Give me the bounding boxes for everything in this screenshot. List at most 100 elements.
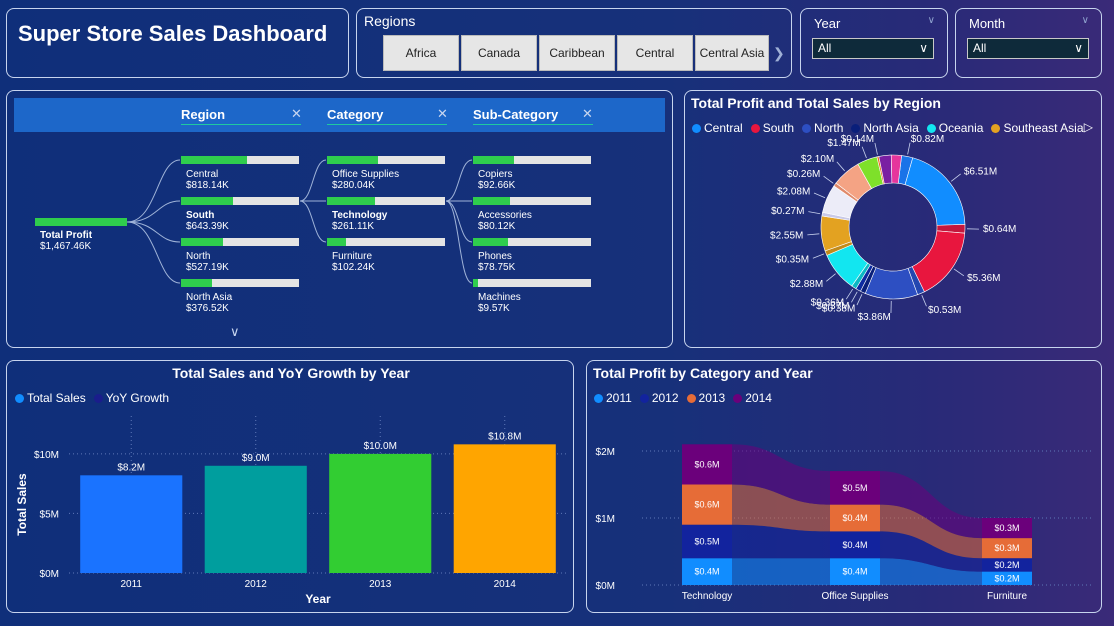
node-label: North Asia [186, 292, 233, 303]
month-filter: Month ∨ All ∨ [955, 8, 1102, 78]
x-tick-label: 2012 [245, 579, 268, 590]
expand-chevron-icon[interactable]: ∨ [230, 324, 240, 340]
node-label: Total Profit [40, 230, 93, 241]
x-axis-title: Year [305, 592, 331, 606]
subcategory-node[interactable]: Machines $9.57K [478, 292, 521, 314]
data-label: $9.0M [242, 453, 270, 464]
year-filter-label: Year [814, 16, 841, 31]
tree-root-node[interactable]: Total Profit $1,467.46K [40, 230, 92, 252]
chevron-down-icon[interactable]: ∨ [928, 15, 935, 26]
slice-label: $0.64M [983, 224, 1016, 235]
chevron-down-icon[interactable]: ∨ [1082, 15, 1089, 26]
node-value: $1,467.46K [40, 241, 92, 252]
node-value: $280.04K [332, 180, 375, 191]
data-label: $10.8M [488, 431, 521, 442]
leader-line [950, 173, 961, 182]
category-node[interactable]: Furniture $102.24K [332, 251, 375, 273]
node-value: $261.11K [332, 221, 375, 232]
node-value: $527.19K [186, 262, 229, 273]
region-node[interactable]: North $527.19K [186, 251, 229, 273]
y-axis-title: Total Sales [15, 473, 29, 536]
node-value: $102.24K [332, 262, 375, 273]
region-option-central-asia[interactable]: Central Asia [695, 35, 769, 71]
chevron-right-icon[interactable]: ❯ [773, 45, 785, 62]
region-node[interactable]: South $643.39K [186, 210, 229, 232]
y-tick-label: $0M [40, 569, 59, 580]
data-label: $0.4M [842, 567, 867, 577]
slice-label: $2.08M [777, 186, 810, 197]
leader-line [823, 175, 834, 184]
region-option-africa[interactable]: Africa [383, 35, 459, 71]
region-option-central[interactable]: Central [617, 35, 693, 71]
bar[interactable] [80, 475, 183, 573]
subcategory-bar[interactable] [473, 197, 591, 205]
region-bar[interactable] [181, 197, 299, 205]
bar-fill [473, 279, 478, 287]
category-bar[interactable] [327, 156, 445, 164]
region-bar[interactable] [181, 238, 299, 246]
node-label: Office Supplies [332, 169, 400, 180]
x-tick-label: Technology [682, 591, 733, 602]
data-label: $0.5M [842, 483, 867, 493]
sales-yoy-chart: Total Sales and YoY Growth by Year Total… [6, 360, 574, 613]
x-tick-label: 2014 [494, 579, 517, 590]
region-bar[interactable] [181, 156, 299, 164]
dropdown-arrow-icon: ∨ [1074, 41, 1083, 55]
donut-slice[interactable] [904, 157, 966, 226]
title-card: Super Store Sales Dashboard [6, 8, 349, 78]
root-bar [35, 218, 127, 226]
subcategory-node[interactable]: Phones $78.75K [478, 251, 515, 273]
subcategory-node[interactable]: Accessories $80.12K [478, 210, 532, 232]
data-label: $10.0M [364, 441, 397, 452]
leader-line [953, 268, 965, 277]
region-bar[interactable] [181, 279, 299, 287]
y-tick-label: $0M [596, 581, 615, 592]
category-node[interactable]: Office Supplies $280.04K [332, 169, 399, 191]
bar-chart: $0M $5M $10M $8.2M 2011 $9.0M 2012 $10.0M 2013 $1… [15, 416, 567, 606]
category-node[interactable]: Technology $261.11K [332, 210, 387, 232]
leader-line [921, 295, 927, 307]
region-option-caribbean[interactable]: Caribbean [539, 35, 615, 71]
bar[interactable] [453, 444, 556, 573]
leader-line [836, 161, 845, 172]
bar-fill [327, 156, 378, 164]
month-filter-label: Month [969, 16, 1006, 31]
data-label: $0.4M [842, 513, 867, 523]
node-value: $643.39K [186, 221, 229, 232]
leader-line [813, 192, 826, 199]
profit-category-chart: Total Profit by Category and Year 2011 20… [586, 360, 1102, 613]
slice-label: $2.55M [770, 230, 803, 241]
category-bar[interactable] [327, 197, 445, 205]
region-node[interactable]: North Asia $376.52K [186, 292, 232, 314]
node-value: $818.14K [186, 180, 229, 191]
ribbon-band [732, 558, 830, 585]
subcategory-node[interactable]: Copiers $92.66K [478, 169, 515, 191]
bar-fill [181, 279, 212, 287]
node-label: Copiers [478, 169, 513, 180]
x-tick-label: Furniture [987, 591, 1027, 602]
data-label: $0.3M [994, 543, 1019, 553]
regions-slicer: Regions Africa Canada Caribbean Central … [356, 8, 792, 78]
bar-fill [473, 197, 510, 205]
subcategory-bar[interactable] [473, 279, 591, 287]
subcategory-bar[interactable] [473, 156, 591, 164]
node-value: $92.66K [478, 180, 516, 191]
leader-line [812, 253, 825, 259]
bar[interactable] [204, 465, 307, 573]
slice-label: $2.10M [801, 154, 834, 165]
slice-label: $0.27M [771, 206, 804, 217]
bar-fill [181, 238, 224, 246]
slice-label: $0.26M [787, 169, 820, 180]
region-node[interactable]: Central $818.14K [186, 169, 229, 191]
month-select[interactable]: All ∨ [967, 38, 1089, 59]
bar[interactable] [329, 453, 432, 573]
y-tick-label: $5M [40, 509, 59, 520]
category-bar[interactable] [327, 238, 445, 246]
region-option-canada[interactable]: Canada [461, 35, 537, 71]
year-select[interactable]: All ∨ [812, 38, 934, 59]
month-select-value: All [973, 41, 987, 55]
node-label: North [186, 251, 211, 262]
slice-label: $0.82M [911, 134, 944, 145]
subcategory-bar[interactable] [473, 238, 591, 246]
node-value: $376.52K [186, 303, 229, 314]
